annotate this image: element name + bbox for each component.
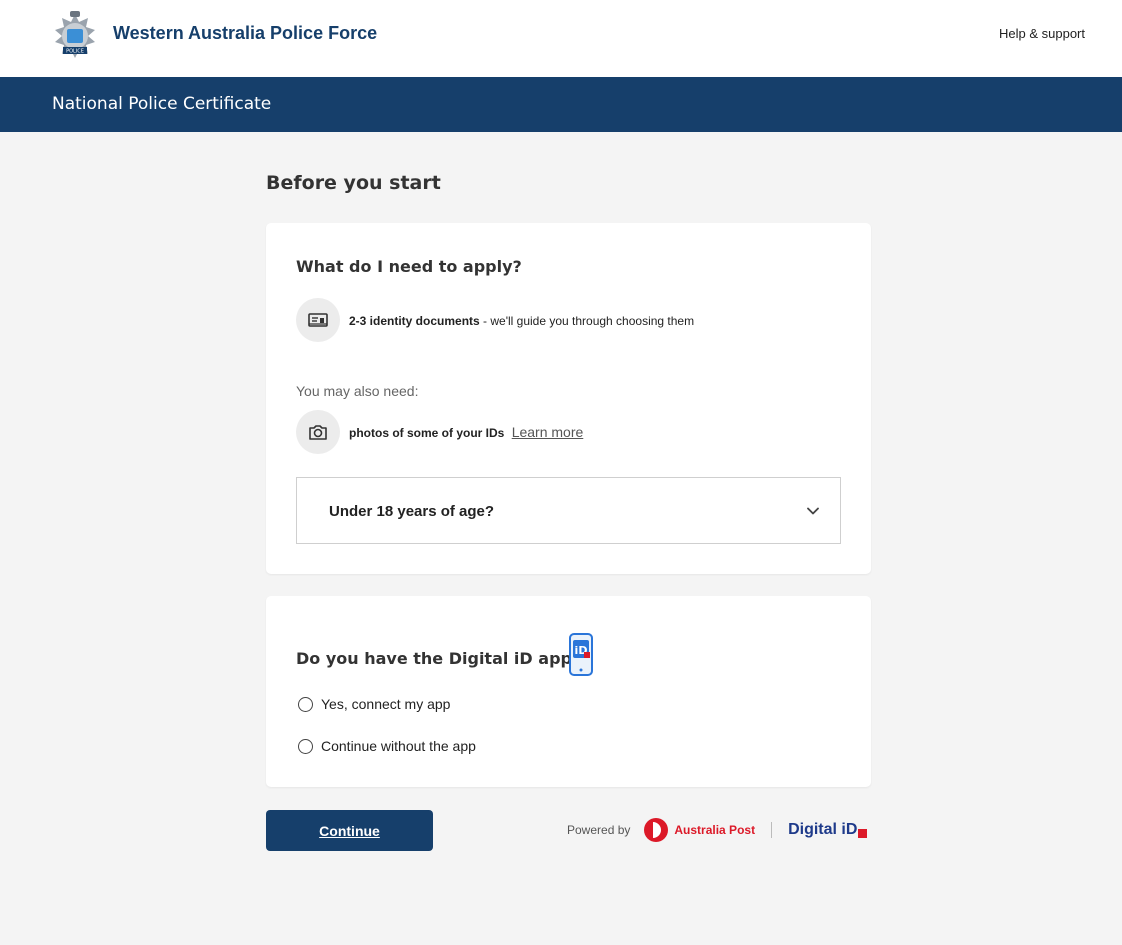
radio-continue-without-app[interactable]: Continue without the app bbox=[298, 738, 476, 754]
id-card-icon-wrap bbox=[296, 298, 340, 342]
continue-button[interactable]: Continue bbox=[266, 810, 433, 851]
digital-id-brand: Digital iD bbox=[788, 821, 858, 838]
title-bar: National Police Certificate bbox=[0, 77, 1122, 132]
under-18-accordion-label: Under 18 years of age? bbox=[329, 503, 495, 520]
digital-id-badge-icon bbox=[858, 828, 868, 838]
camera-icon bbox=[309, 425, 327, 440]
requirement-identity-documents: 2-3 identity documents - we'll guide you… bbox=[349, 314, 694, 328]
requirements-title: What do I need to apply? bbox=[296, 257, 522, 276]
chevron-down-icon[interactable] bbox=[806, 504, 820, 518]
under-18-accordion[interactable]: Under 18 years of age? bbox=[296, 477, 841, 544]
radio-yes-connect-app[interactable]: Yes, connect my app bbox=[298, 696, 450, 712]
separator bbox=[771, 822, 773, 838]
radio-without-label: Continue without the app bbox=[321, 738, 476, 754]
requirement-photos: photos of some of your IDs Learn more bbox=[349, 424, 583, 440]
help-support-link[interactable]: Help & support bbox=[999, 26, 1085, 41]
powered-by-label: Powered by bbox=[567, 823, 631, 837]
may-also-need-label: You may also need: bbox=[296, 383, 419, 399]
id-card-icon bbox=[308, 313, 328, 327]
digital-id-card: Do you have the Digital iD app? iD Yes, … bbox=[266, 596, 871, 787]
requirements-card: What do I need to apply? 2-3 identity do… bbox=[266, 223, 871, 574]
requirement-photos-bold: photos of some of your IDs bbox=[349, 426, 505, 440]
crest-logo-text: POLICE bbox=[66, 49, 84, 55]
australia-post-icon bbox=[644, 818, 669, 842]
page-title: Before you start bbox=[266, 172, 441, 194]
australia-post-label: Australia Post bbox=[674, 823, 756, 837]
police-crest-icon[interactable]: POLICE bbox=[50, 8, 100, 64]
powered-by: Powered by Australia Post Digital iD bbox=[567, 815, 868, 845]
requirement-identity-bold: 2-3 identity documents bbox=[349, 314, 480, 328]
digital-id-app-icon: iD bbox=[569, 633, 593, 676]
service-title: National Police Certificate bbox=[52, 94, 272, 114]
requirement-identity-detail: - we'll guide you through choosing them bbox=[479, 314, 695, 328]
top-bar: POLICE Western Australia Police Force He… bbox=[0, 0, 1122, 77]
learn-more-link[interactable]: Learn more bbox=[512, 424, 584, 440]
camera-icon-wrap bbox=[296, 410, 340, 454]
radio-button[interactable] bbox=[298, 738, 313, 754]
radio-button[interactable] bbox=[298, 696, 313, 712]
site-brand[interactable]: Western Australia Police Force bbox=[113, 23, 377, 44]
radio-yes-label: Yes, connect my app bbox=[321, 696, 451, 712]
digital-id-question: Do you have the Digital iD app? bbox=[296, 649, 582, 668]
